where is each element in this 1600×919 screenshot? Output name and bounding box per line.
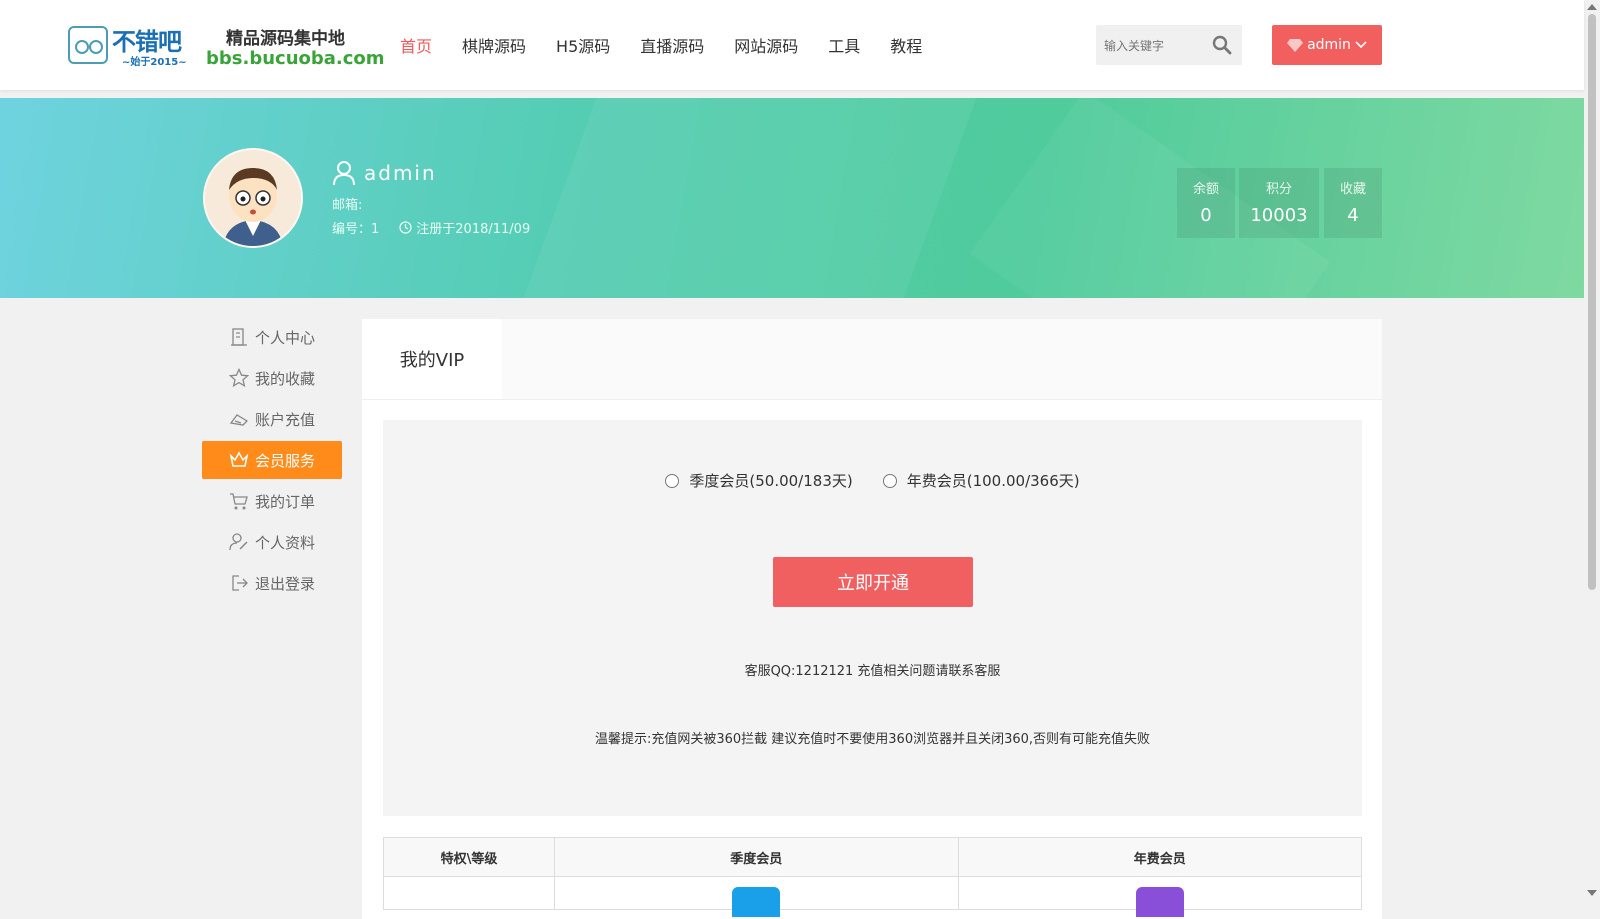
tab-bar: 我的VIP [362,319,1382,400]
nav-tutorials[interactable]: 教程 [890,33,922,57]
search-box [1096,25,1242,67]
sidebar-item-orders[interactable]: 我的订单 [202,482,342,520]
vip-purchase-box: 季度会员(50.00/183天) 年费会员(100.00/366天) 立即开通 … [383,420,1362,816]
search-icon[interactable] [1212,35,1232,55]
scroll-thumb[interactable] [1588,14,1596,590]
sidebar-item-profile[interactable]: 个人资料 [202,523,342,561]
sidebar-item-recharge[interactable]: 账户充值 [202,400,342,438]
table-header: 特权\等级 [383,837,555,877]
scroll-up-arrow-icon[interactable] [1587,4,1597,10]
radio-yearly[interactable] [882,473,897,488]
sidebar-item-favorites[interactable]: 我的收藏 [202,359,342,397]
option-quarterly[interactable]: 季度会员(50.00/183天) [665,470,853,491]
crown-icon [229,451,249,467]
building-icon [230,328,247,346]
username-text: admin [364,161,437,185]
logo-name: 不错吧 [112,28,182,56]
profile-registered: 注册于2018/11/09 [416,222,531,237]
table-header-row: 特权\等级 季度会员 年费会员 [383,837,1362,877]
cartoon-avatar-icon [205,150,301,246]
quarterly-vip-badge-icon [732,887,781,917]
profile-banner: admin 邮箱: 编号：1 注册于2018/11/09 余额 0 积分 100… [0,98,1584,298]
clock-icon [399,221,412,234]
profile-id: 编号：1 [332,222,380,237]
stat-favorites[interactable]: 收藏 4 [1324,168,1382,238]
nav-website-source[interactable]: 网站源码 [734,33,798,57]
avatar[interactable] [203,148,303,248]
nav-tools[interactable]: 工具 [828,33,860,57]
sidebar-item-user-center[interactable]: 个人中心 [202,318,342,356]
logo-tagline: 精品源码集中地 [226,29,345,49]
main-panel: 我的VIP 季度会员(50.00/183天) 年费会员(100.00/366天)… [362,319,1382,919]
nav-h5-source[interactable]: H5源码 [556,33,610,57]
user-menu-label: admin [1307,37,1351,53]
search-input[interactable] [1096,25,1216,67]
open-vip-button[interactable]: 立即开通 [773,557,973,607]
stat-points[interactable]: 积分 10003 [1239,168,1319,238]
diamond-icon [1287,39,1304,52]
main-nav: 首页 棋牌源码 H5源码 直播源码 网站源码 工具 教程 [400,0,952,90]
page-scrollbar[interactable] [1584,0,1600,900]
user-menu-button[interactable]: admin [1272,25,1382,65]
sidebar-item-logout[interactable]: 退出登录 [202,564,342,602]
table-row [383,876,1362,917]
stat-balance[interactable]: 余额 0 [1177,168,1235,238]
user-sidebar: 个人中心 我的收藏 账户充值 会员服务 我的订单 个人资料 退出登录 [202,318,342,605]
star-icon [228,368,249,388]
wallet-icon [229,414,249,426]
profile-email: 邮箱: [332,198,363,213]
glasses-logo-icon [68,26,108,64]
user-edit-icon [229,533,248,551]
radio-quarterly[interactable] [665,473,680,488]
scroll-down-arrow-icon[interactable] [1587,890,1597,896]
site-logo[interactable]: 不错吧 ~始于2015~ 精品源码集中地 bbs.bucuoba.com [68,22,385,70]
user-icon [333,161,355,186]
table-header: 季度会员 [554,837,959,877]
logout-icon [232,575,248,591]
chevron-down-icon [1355,41,1367,49]
profile-meta: 编号：1 注册于2018/11/09 [332,218,530,237]
nav-home[interactable]: 首页 [400,33,432,57]
cart-icon [229,493,248,510]
nav-live-source[interactable]: 直播源码 [640,33,704,57]
recharge-tip-text: 温馨提示:充值网关被360拦截 建议充值时不要使用360浏览器并且关闭360,否… [594,732,1151,747]
logo-since: ~始于2015~ [122,57,187,68]
profile-username: admin [332,160,437,186]
nav-chess-source[interactable]: 棋牌源码 [462,33,526,57]
sidebar-item-membership[interactable]: 会员服务 [202,441,342,479]
top-header: 不错吧 ~始于2015~ 精品源码集中地 bbs.bucuoba.com 首页 … [0,0,1584,90]
vip-options: 季度会员(50.00/183天) 年费会员(100.00/366天) [383,470,1362,491]
yearly-vip-badge-icon [1135,887,1184,917]
tab-my-vip[interactable]: 我的VIP [362,319,502,399]
option-yearly[interactable]: 年费会员(100.00/366天) [882,470,1080,491]
table-header: 年费会员 [957,837,1362,877]
vip-privileges-table: 特权\等级 季度会员 年费会员 [383,837,1362,917]
support-qq-text: 客服QQ:1212121 充值相关问题请联系客服 [744,664,1001,679]
logo-url: bbs.bucuoba.com [206,48,385,69]
